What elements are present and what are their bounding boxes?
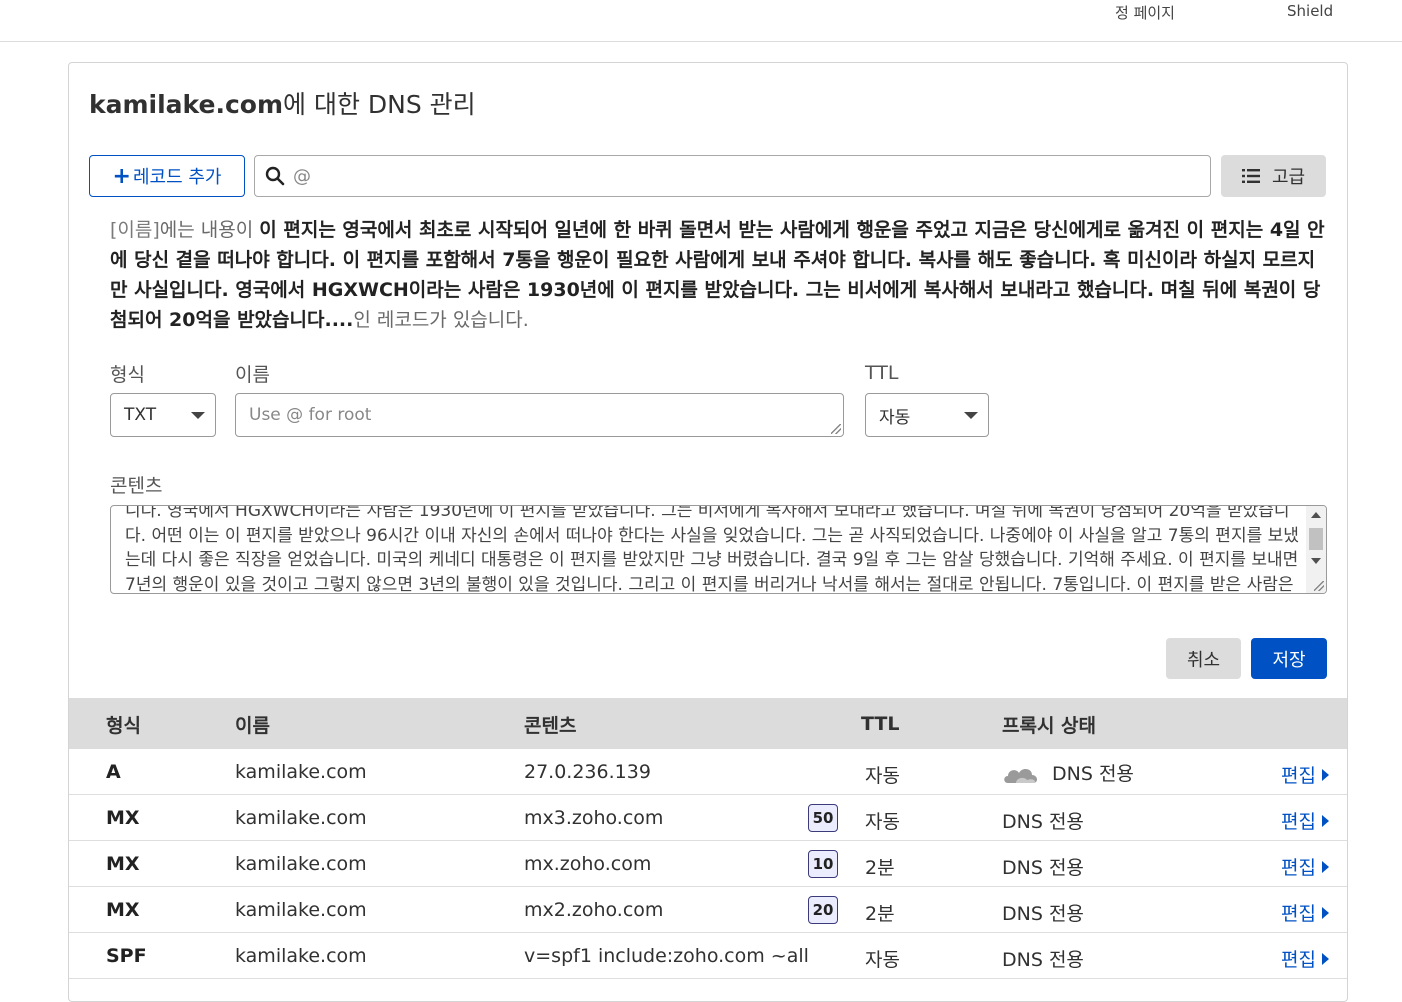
proxy-status-text: DNS 전용: [1002, 903, 1084, 925]
scroll-down-icon[interactable]: [1311, 558, 1321, 564]
scroll-up-icon[interactable]: [1311, 512, 1321, 518]
name-placeholder: Use @ for root: [249, 405, 372, 425]
duplicate-record-notice: [이름]에는 내용이 이 편지는 영국에서 최초로 시작되어 일년에 한 바퀴 …: [110, 215, 1328, 335]
edit-record-link[interactable]: 편집: [1281, 945, 1329, 972]
advanced-label: 고급: [1271, 167, 1306, 188]
scroll-thumb[interactable]: [1309, 528, 1323, 550]
caret-right-icon: [1321, 768, 1329, 781]
record-type: SPF: [106, 945, 147, 967]
table-row[interactable]: SPF kamilake.com v=spf1 include:zoho.com…: [69, 933, 1347, 979]
notice-suffix: 인 레코드가 있습니다.: [353, 309, 529, 331]
table-row[interactable]: MX kamilake.com mx.zoho.com 10 2분 DNS 전용…: [69, 841, 1347, 887]
type-select[interactable]: TXT: [110, 393, 216, 437]
records-table-header: 형식 이름 콘텐츠 TTL 프록시 상태: [69, 698, 1347, 749]
record-content: mx2.zoho.com: [524, 899, 664, 921]
edit-label: 편집: [1281, 811, 1316, 833]
proxy-status-text: DNS 전용: [1002, 949, 1084, 971]
column-header-ttl[interactable]: TTL: [861, 713, 899, 735]
caret-right-icon: [1321, 906, 1329, 919]
record-name: kamilake.com: [235, 761, 367, 783]
top-nav-bar: 정 페이지 Shield: [0, 0, 1402, 42]
record-content: mx3.zoho.com: [524, 807, 664, 829]
ttl-select[interactable]: 자동: [865, 393, 989, 437]
edit-label: 편집: [1281, 903, 1316, 925]
grey-cloud-icon: [1004, 768, 1038, 783]
record-type: MX: [106, 899, 140, 921]
priority-badge: 10: [808, 850, 838, 878]
cancel-button[interactable]: 취소: [1166, 638, 1241, 679]
name-label: 이름: [235, 364, 270, 386]
record-content: 27.0.236.139: [524, 761, 651, 783]
record-proxy-status: DNS 전용: [1002, 759, 1134, 786]
textarea-scrollbar[interactable]: [1306, 506, 1326, 593]
record-name: kamilake.com: [235, 807, 367, 829]
record-ttl: 2분: [865, 903, 895, 925]
resize-handle-icon[interactable]: [831, 424, 841, 434]
record-ttl: 2분: [865, 857, 895, 879]
content-textarea[interactable]: 니다. 영국에서 HGXWCH이라는 사람은 1930년에 이 편지를 받았습니…: [110, 505, 1327, 594]
dns-management-card: kamilake.com에 대한 DNS 관리 + 레코드 추가 @ 고급 [이…: [68, 62, 1348, 1002]
type-label: 형식: [110, 364, 145, 386]
record-type: A: [106, 761, 121, 783]
content-textarea-value: 니다. 영국에서 HGXWCH이라는 사람은 1930년에 이 편지를 받았습니…: [125, 505, 1299, 594]
nav-item-page-rules[interactable]: 정 페이지: [1115, 2, 1175, 23]
notice-content: 이 편지는 영국에서 최초로 시작되어 일년에 한 바퀴 돌면서 받는 사람에게…: [110, 219, 1325, 331]
list-icon: [1241, 169, 1260, 183]
name-field[interactable]: Use @ for root: [235, 393, 844, 437]
chevron-down-icon: [964, 412, 978, 419]
record-name: kamilake.com: [235, 853, 367, 875]
edit-record-link[interactable]: 편집: [1281, 761, 1329, 788]
priority-badge: 20: [808, 896, 838, 924]
column-header-content[interactable]: 콘텐츠: [524, 711, 576, 738]
notice-prefix: 에는 내용이: [159, 219, 260, 241]
column-header-name[interactable]: 이름: [235, 711, 270, 738]
plus-icon: +: [112, 163, 131, 189]
search-input[interactable]: @: [254, 155, 1211, 197]
chevron-down-icon: [191, 412, 205, 419]
ttl-select-value: 자동: [879, 407, 911, 428]
record-name: kamilake.com: [235, 899, 367, 921]
domain-name: kamilake.com: [89, 90, 284, 119]
record-content: mx.zoho.com: [524, 853, 652, 875]
proxy-status-text: DNS 전용: [1052, 763, 1134, 785]
column-header-proxy[interactable]: 프록시 상태: [1002, 711, 1096, 738]
caret-right-icon: [1321, 814, 1329, 827]
add-record-button[interactable]: + 레코드 추가: [89, 155, 245, 197]
caret-right-icon: [1321, 860, 1329, 873]
record-name: kamilake.com: [235, 945, 367, 967]
type-select-value: TXT: [124, 405, 157, 425]
add-record-label: 레코드 추가: [132, 167, 222, 188]
title-suffix: 에 대한 DNS 관리: [283, 90, 476, 119]
search-icon: [265, 166, 285, 186]
edit-record-link[interactable]: 편집: [1281, 899, 1329, 926]
advanced-button[interactable]: 고급: [1221, 155, 1326, 197]
nav-item-shield[interactable]: Shield: [1287, 2, 1333, 20]
edit-label: 편집: [1281, 765, 1316, 787]
table-row[interactable]: A kamilake.com 27.0.236.139 자동 DNS 전용 편집: [69, 749, 1347, 795]
priority-badge: 50: [808, 804, 838, 832]
page-title: kamilake.com에 대한 DNS 관리: [89, 85, 476, 121]
caret-right-icon: [1321, 952, 1329, 965]
content-label: 콘텐츠: [110, 475, 163, 497]
record-ttl: 자동: [865, 949, 900, 971]
resize-handle-icon[interactable]: [1314, 581, 1324, 591]
column-header-type[interactable]: 형식: [106, 711, 141, 738]
notice-name-tag: [이름]: [110, 219, 160, 241]
record-ttl: 자동: [865, 811, 900, 833]
edit-label: 편집: [1281, 949, 1316, 971]
record-ttl: 자동: [865, 765, 900, 787]
record-type: MX: [106, 853, 140, 875]
edit-record-link[interactable]: 편집: [1281, 807, 1329, 834]
proxy-status-text: DNS 전용: [1002, 857, 1084, 879]
record-type: MX: [106, 807, 140, 829]
ttl-label: TTL: [865, 362, 899, 384]
table-row[interactable]: MX kamilake.com mx2.zoho.com 20 2분 DNS 전…: [69, 887, 1347, 933]
table-row[interactable]: MX kamilake.com mx3.zoho.com 50 자동 DNS 전…: [69, 795, 1347, 841]
record-content: v=spf1 include:zoho.com ~all: [524, 945, 809, 967]
proxy-status-text: DNS 전용: [1002, 811, 1084, 833]
search-value: @: [293, 165, 311, 187]
save-button[interactable]: 저장: [1251, 638, 1327, 679]
edit-record-link[interactable]: 편집: [1281, 853, 1329, 880]
edit-label: 편집: [1281, 857, 1316, 879]
